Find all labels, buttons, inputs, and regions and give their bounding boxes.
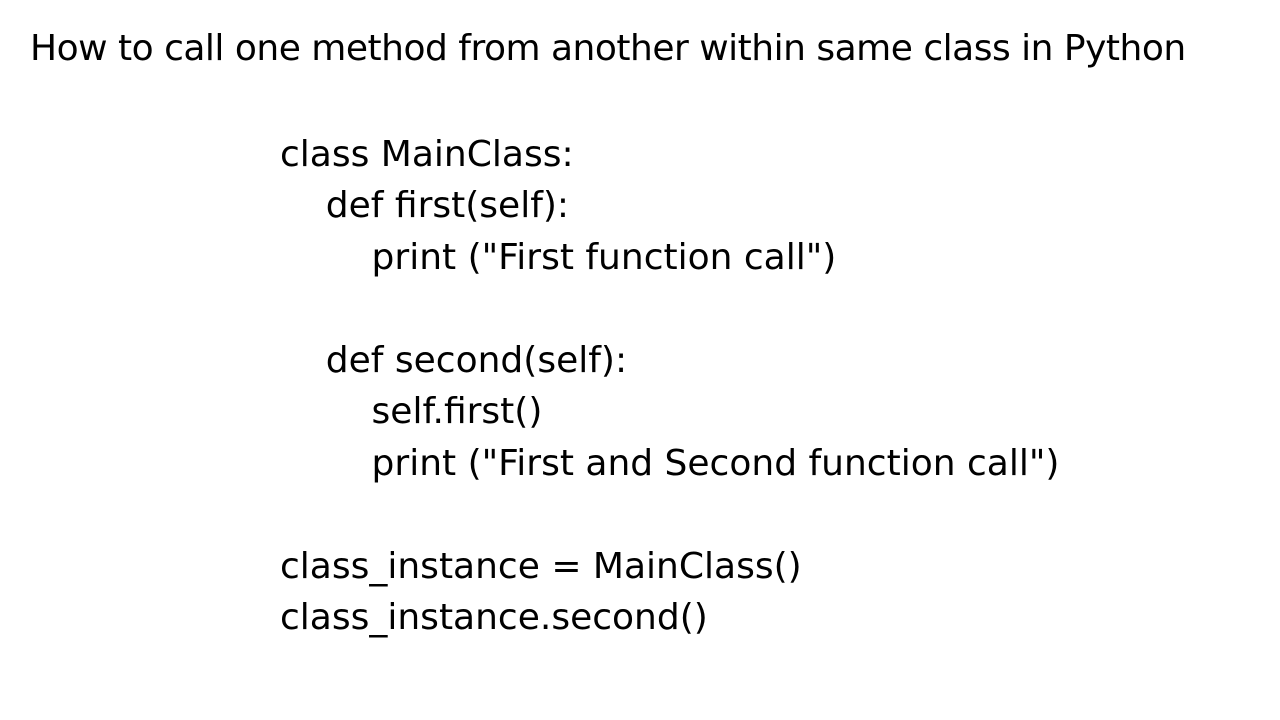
code-line: def first(self): [280, 185, 569, 226]
code-line: def second(self): [280, 340, 627, 381]
code-line: self.first() [280, 391, 542, 432]
code-line: print ("First and Second function call") [280, 443, 1059, 484]
page-title: How to call one method from another with… [0, 0, 1280, 69]
code-example: class MainClass: def first(self): print … [280, 129, 1280, 644]
code-line: print ("First function call") [280, 237, 836, 278]
code-line: class_instance = MainClass() [280, 546, 802, 587]
code-line: class_instance.second() [280, 597, 708, 638]
code-line: class MainClass: [280, 134, 574, 175]
